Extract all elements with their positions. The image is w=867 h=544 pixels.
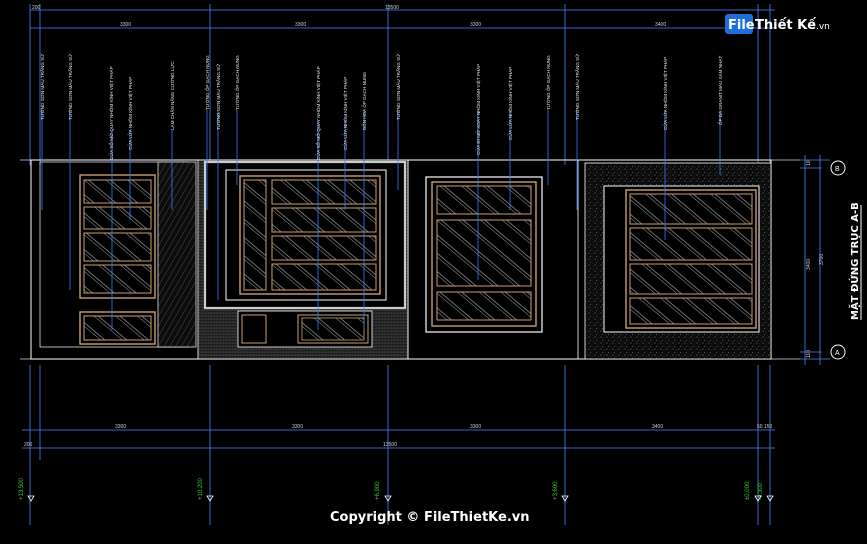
dim-bottom-total: 13500: [383, 442, 397, 448]
level-label-4: ±0.000: [745, 481, 751, 500]
axis-bubble-a: A: [830, 344, 846, 360]
dim-top-seg-4: 3400: [655, 22, 666, 28]
material-label-15: TƯỜNG SƠN MÀU TRẮNG SỮ: [573, 54, 580, 120]
material-label-0: TƯỜNG SƠN MÀU TRẮNG SỮ: [38, 54, 45, 120]
dim-bottom-seg-5: 50: [757, 424, 763, 430]
level-label-2: +6.900: [375, 481, 381, 500]
material-label-13: CỬA LỬA NHÔM KÍNH VIỆT PHÁP: [506, 67, 513, 140]
dim-bottom-seg-4: 3400: [652, 424, 663, 430]
material-label-3: CỬA LỬA NHÔM KÍNH VIỆT PHÁP: [126, 77, 133, 150]
level-label-5: -0.300: [758, 482, 764, 500]
dim-top-seg-3: 3300: [470, 22, 481, 28]
dim-top-total: 13500: [385, 5, 399, 11]
dim-right-2: 10: [806, 160, 812, 166]
right-dimension-chain: [800, 155, 830, 365]
dim-top-seg-1: 3300: [120, 22, 131, 28]
level-marker-3: +3.600: [553, 481, 569, 502]
material-label-8: CỬA SỔ MỞ QUAY NHÔM KÍNH VIỆT PHÁP: [314, 66, 321, 160]
bottom-dimension-texts: 200 3300 3300 13500 3300 3400 50 150: [24, 424, 773, 448]
logo-suffix-text: .vn: [816, 22, 830, 32]
level-markers: +13.500 +10.200 +6.900 +3.600 ±0.000 -0.…: [19, 477, 774, 502]
dim-right-3: 110: [806, 350, 812, 358]
material-label-4: LAM CHẮN NẮNG CƯỜNG LỰC: [168, 61, 175, 130]
logo-file-text: File: [728, 18, 755, 33]
dim-top-seg-2: 3300: [295, 22, 306, 28]
material-label-11: TƯỜNG SƠN MÀU TRẮNG SỮ: [394, 54, 401, 120]
material-label-16: CỬA LỬA NHÔM KÍNH VIỆT PHÁP: [661, 57, 668, 130]
facade: [30, 159, 772, 360]
dim-bottom-seg-3: 3300: [470, 424, 481, 430]
material-labels: TƯỜNG SƠN MÀU TRẮNG SỮ TƯỜNG SƠN MÀU TRẮ…: [38, 54, 723, 160]
dim-right-1: 3700: [819, 254, 825, 265]
drawing-title-group: MẶT ĐỨNG TRỤC A-B: [847, 202, 862, 320]
drawing-title: MẶT ĐỨNG TRỤC A-B: [847, 202, 861, 320]
dim-bottom-seg-2: 3300: [292, 424, 303, 430]
material-label-6: TƯỜNG SƠN MÀU TRẮNG SỮ: [214, 64, 221, 130]
axis-bubble-b: B: [830, 160, 846, 176]
material-label-14: TƯỜNG ỐP GẠCH NUNG: [545, 55, 551, 110]
logo-rest-text: Thiết Kế: [755, 18, 816, 33]
material-label-1: TƯỜNG SƠN MÀU TRẮNG SỮ: [66, 54, 73, 120]
material-label-7: TƯỜNG ỐP GẠCH NUNG: [234, 55, 240, 110]
material-label-2: CỬA SỔ MỞ QUAY NHÔM KÍNH VIỆT PHÁP: [107, 66, 114, 160]
level-marker-1: +10.200: [198, 477, 214, 502]
copyright-watermark: Copyright © FileThietKe.vn: [330, 510, 530, 525]
material-label-12: CỬA ĐI MỞ XOAY NHÔM KÍNH VIỆT PHÁP: [474, 64, 481, 155]
level-marker-5: -0.300: [758, 482, 774, 502]
level-label-3: +3.600: [553, 481, 559, 500]
bottom-dimension-chain: [22, 365, 775, 525]
level-marker-2: +6.900: [375, 481, 392, 502]
watermark-logo: File Thiết Kế .vn: [725, 14, 830, 34]
dim-bottom-seg-0: 200: [24, 442, 33, 448]
dim-bottom-seg-1: 3300: [115, 424, 126, 430]
axis-label-a: A: [835, 350, 840, 357]
dim-bottom-seg-6: 150: [764, 424, 773, 430]
elevation-drawing: 200 3300 3300 13500 3300 3400 TƯỜNG SƠN …: [19, 4, 862, 525]
material-label-10: BỒN HOA ỐP GẠCH NUNG: [361, 71, 367, 130]
axis-label-b: B: [835, 166, 840, 173]
level-marker-0: +13.500: [19, 477, 35, 502]
dim-right-0: 3400: [806, 259, 812, 270]
right-dimension-texts: 3400 3700 10 110: [806, 160, 825, 358]
level-label-1: +10.200: [198, 477, 204, 500]
dim-top-seg-0: 200: [32, 5, 41, 11]
material-label-5: TƯỜNG ỐP GẠCH NUNG: [204, 55, 210, 110]
material-label-9: CỬA LỬA NHÔM KÍNH VIỆT PHÁP: [341, 77, 348, 150]
top-dimension-texts: 200 3300 3300 13500 3300 3400: [32, 5, 666, 28]
level-label-0: +13.500: [19, 477, 25, 500]
material-label-17: ỐP ĐÁ GRANIT MÀU XÁM NHẠT: [717, 56, 723, 125]
